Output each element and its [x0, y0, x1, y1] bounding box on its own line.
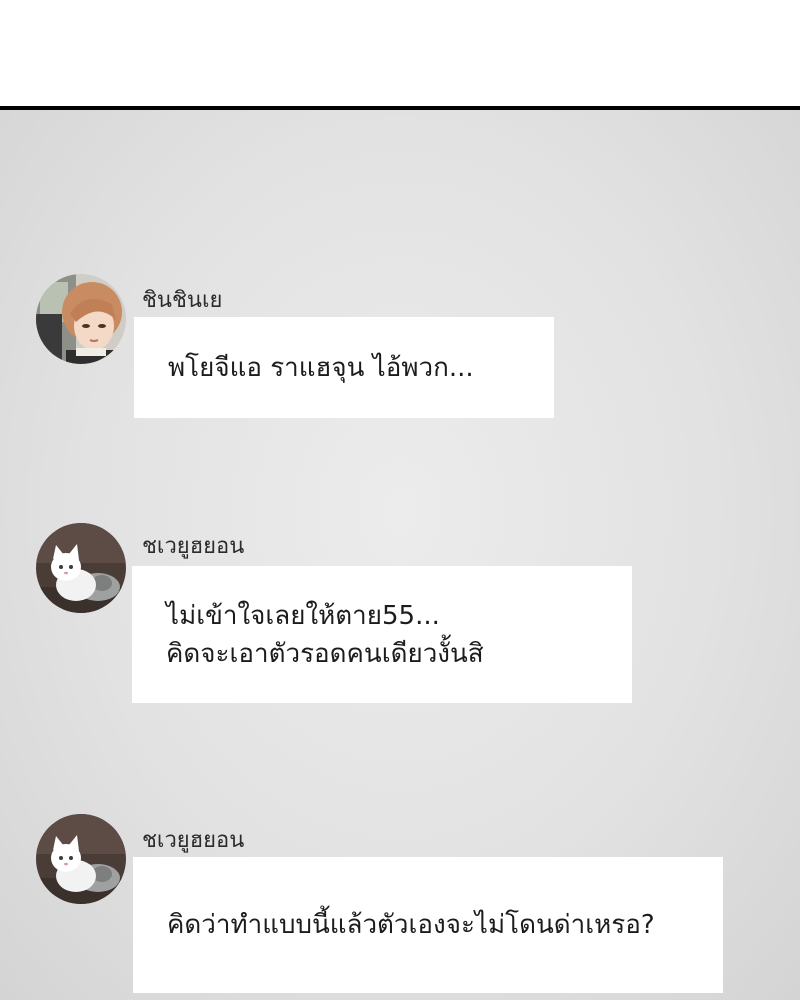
message-bubble[interactable]: พโยจีแอ ราแฮจุน ไอ้พวก...: [134, 317, 554, 418]
girl-portrait-avatar-icon[interactable]: [36, 274, 126, 364]
message-bubble[interactable]: คิดว่าทำแบบนี้แล้วตัวเองจะไม่โดนด่าเหรอ?: [133, 857, 723, 993]
message-text: คิดว่าทำแบบนี้แล้วตัวเองจะไม่โดนด่าเหรอ?: [167, 910, 655, 940]
white-cat-avatar-icon[interactable]: [36, 523, 126, 613]
top-blank-panel: [0, 0, 800, 106]
sender-name: ชเวยูฮยอน: [142, 828, 245, 853]
chat-area: ชินชินเย พโยจีแอ ราแฮจุน ไอ้พวก... ชเวยู…: [0, 110, 800, 1000]
message-bubble[interactable]: ไม่เข้าใจเลยให้ตาย55... คิดจะเอาตัวรอดคน…: [132, 566, 632, 703]
white-cat-avatar-icon[interactable]: [36, 814, 126, 904]
chat-page: ชินชินเย พโยจีแอ ราแฮจุน ไอ้พวก... ชเวยู…: [0, 0, 800, 1000]
message-text: คิดจะเอาตัวรอดคนเดียวงั้นสิ: [166, 638, 484, 669]
message-text: พโยจีแอ ราแฮจุน ไอ้พวก...: [168, 352, 474, 383]
sender-name: ชเวยูฮยอน: [142, 534, 245, 559]
sender-name: ชินชินเย: [142, 288, 223, 313]
message-text: ไม่เข้าใจเลยให้ตาย55...: [166, 600, 440, 631]
